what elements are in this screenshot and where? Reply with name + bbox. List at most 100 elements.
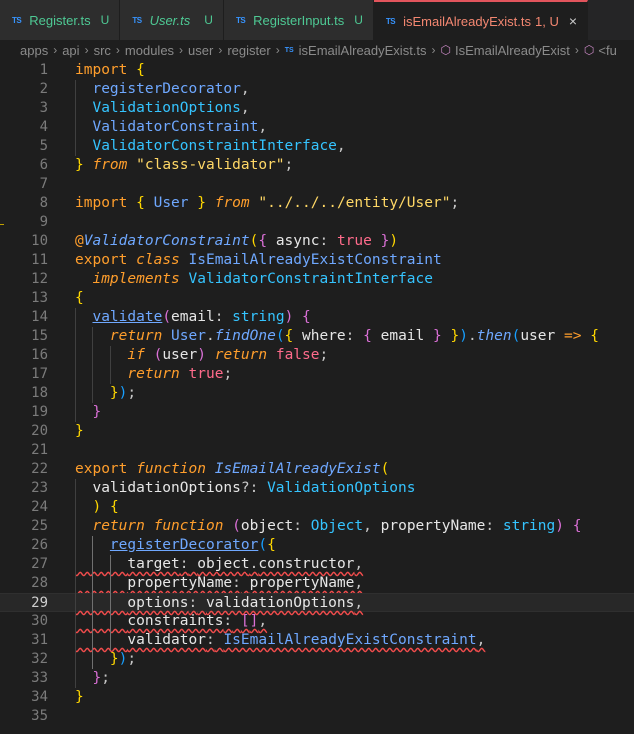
tab-register[interactable]: TS Register.ts U xyxy=(0,0,121,40)
code-line[interactable]: 3 ValidationOptions, xyxy=(0,99,634,118)
code-text[interactable]: validate(email: string) { xyxy=(75,308,310,327)
code-line[interactable]: 14 validate(email: string) { xyxy=(0,308,634,327)
code-text[interactable]: constraints: [], xyxy=(75,612,267,631)
code-line[interactable]: 35 xyxy=(0,707,634,726)
close-tab-icon[interactable]: × xyxy=(569,13,577,29)
indent-guide xyxy=(75,308,76,422)
tab-user[interactable]: TS User.ts U xyxy=(120,0,224,40)
code-text[interactable]: options: validationOptions, xyxy=(75,594,363,613)
breadcrumb-item[interactable]: modules xyxy=(125,43,174,58)
code-text[interactable]: export function IsEmailAlreadyExist( xyxy=(75,460,389,479)
code-line[interactable]: 22 export function IsEmailAlreadyExist( xyxy=(0,460,634,479)
code-line[interactable]: 23 validationOptions?: ValidationOptions xyxy=(0,479,634,498)
code-editor[interactable]: 1 import {2 registerDecorator, 3 Validatio… xyxy=(0,60,634,734)
code-text[interactable]: }; xyxy=(75,669,109,688)
breadcrumb-item[interactable]: src xyxy=(94,43,111,58)
code-text[interactable]: return User.findOne({ where: { email } }… xyxy=(75,327,599,346)
code-text[interactable]: export class IsEmailAlreadyExistConstrai… xyxy=(75,251,442,270)
code-line[interactable]: 34} xyxy=(0,688,634,707)
code-line[interactable]: 33 }; xyxy=(0,669,634,688)
line-number: 2 xyxy=(39,81,48,97)
indent-guide xyxy=(92,327,94,403)
code-line[interactable]: 2 registerDecorator, xyxy=(0,80,634,99)
code-line[interactable]: 32 }); xyxy=(0,650,634,669)
code-line[interactable]: 29 options: validationOptions, xyxy=(0,593,634,612)
code-line[interactable]: 30 constraints: [], xyxy=(0,612,634,631)
tab-label: Register.ts xyxy=(29,12,91,28)
code-text[interactable]: } xyxy=(75,403,101,422)
code-line[interactable]: 13 { xyxy=(0,289,634,308)
code-line[interactable]: 11 export class IsEmailAlreadyExistConstr… xyxy=(0,251,634,270)
breadcrumb-item[interactable]: user xyxy=(188,43,213,58)
code-line[interactable]: 20} xyxy=(0,422,634,441)
code-line[interactable]: 6} from "class-validator"; xyxy=(0,156,634,175)
code-text[interactable]: implements ValidatorConstraintInterface xyxy=(75,270,432,289)
breadcrumb-item[interactable]: register xyxy=(227,43,270,58)
line-number: 11 xyxy=(31,252,48,268)
line-number: 34 xyxy=(31,689,48,705)
typescript-file-icon: TS xyxy=(12,15,22,25)
line-number: 10 xyxy=(31,233,48,249)
code-line[interactable]: 28 propertyName: propertyName, xyxy=(0,574,634,593)
code-line[interactable]: 31 validator: IsEmailAlreadyExistConstra… xyxy=(0,631,634,650)
line-number: 12 xyxy=(31,271,48,287)
code-text[interactable]: ValidatorConstraintInterface, xyxy=(75,137,345,156)
indent-guide xyxy=(109,555,111,650)
code-text[interactable]: } xyxy=(75,422,84,441)
code-text[interactable]: }); xyxy=(75,384,136,403)
code-line[interactable]: 27 target: object.constructor, xyxy=(0,555,634,574)
indent-guide xyxy=(75,479,76,688)
line-number: 29 xyxy=(31,595,48,611)
code-line[interactable]: 9 xyxy=(0,213,634,232)
breadcrumb-item[interactable]: isEmailAlreadyExist.ts xyxy=(299,43,427,58)
code-line[interactable]: 26 registerDecorator({ xyxy=(0,536,634,555)
code-text[interactable]: import { xyxy=(75,61,145,80)
code-line[interactable]: 5 ValidatorConstraintInterface, xyxy=(0,137,634,156)
code-line[interactable]: 25 return function (object: Object, prop… xyxy=(0,517,634,536)
code-line[interactable]: 16 if (user) return false; xyxy=(0,346,634,365)
code-line[interactable]: 10 @ValidatorConstraint({ async: true }) xyxy=(0,232,634,251)
code-text[interactable]: propertyName: propertyName, xyxy=(75,574,363,593)
editor-tab-bar: TS Register.ts U TS User.ts U TS Registe… xyxy=(0,0,634,40)
code-text[interactable]: } xyxy=(75,688,84,707)
code-text[interactable]: ) { xyxy=(75,498,118,517)
code-line[interactable]: 8 import { User } from "../../../entity/U… xyxy=(0,194,634,213)
function-symbol-icon: ⬡ xyxy=(440,43,452,57)
code-line[interactable]: 17 return true; xyxy=(0,365,634,384)
code-line[interactable]: 21 xyxy=(0,441,634,460)
breadcrumb-item[interactable]: IsEmailAlreadyExist xyxy=(455,43,570,58)
code-text[interactable]: import { User } from "../../../entity/Us… xyxy=(75,194,459,213)
code-text[interactable]: registerDecorator, xyxy=(75,80,249,99)
code-text[interactable]: ValidationOptions, xyxy=(75,99,249,118)
code-text[interactable]: ValidatorConstraint, xyxy=(75,118,267,137)
code-text[interactable]: target: object.constructor, xyxy=(75,555,363,574)
code-text[interactable]: @ValidatorConstraint({ async: true }) xyxy=(75,232,398,251)
code-text[interactable]: { xyxy=(75,289,84,308)
code-line[interactable]: 19 } xyxy=(0,403,634,422)
code-text[interactable]: }); xyxy=(75,650,136,669)
code-text[interactable]: return true; xyxy=(75,365,232,384)
code-text[interactable]: registerDecorator({ xyxy=(75,536,276,555)
breadcrumb-item[interactable]: api xyxy=(62,43,79,58)
code-text[interactable]: if (user) return false; xyxy=(75,346,328,365)
code-line[interactable]: 18 }); xyxy=(0,384,634,403)
code-line[interactable]: 15 return User.findOne({ where: { email … xyxy=(0,327,634,346)
code-text[interactable]: } from "class-validator"; xyxy=(75,156,293,175)
code-text[interactable]: validator: IsEmailAlreadyExistConstraint… xyxy=(75,631,485,650)
typescript-file-icon: TS xyxy=(132,15,142,25)
tab-is-email-already-exist[interactable]: TS isEmailAlreadyExist.ts 1, U × xyxy=(373,0,589,40)
line-number: 23 xyxy=(31,480,48,496)
code-line[interactable]: 12 implements ValidatorConstraintInterfa… xyxy=(0,270,634,289)
code-text[interactable]: validationOptions?: ValidationOptions xyxy=(75,479,415,498)
breadcrumb-item[interactable]: <fu xyxy=(598,43,616,58)
code-line[interactable]: 1 import { xyxy=(0,61,634,80)
code-line[interactable]: 7 xyxy=(0,175,634,194)
change-marker xyxy=(0,224,4,225)
code-text[interactable]: return function (object: Object, propert… xyxy=(75,517,581,536)
breadcrumb-item[interactable]: apps xyxy=(20,43,48,58)
tab-status: U xyxy=(100,13,110,27)
tab-register-input[interactable]: TS RegisterInput.ts U xyxy=(223,0,374,40)
code-line[interactable]: 4 ValidatorConstraint, xyxy=(0,118,634,137)
line-number: 22 xyxy=(31,461,48,477)
code-line[interactable]: 24 ) { xyxy=(0,498,634,517)
